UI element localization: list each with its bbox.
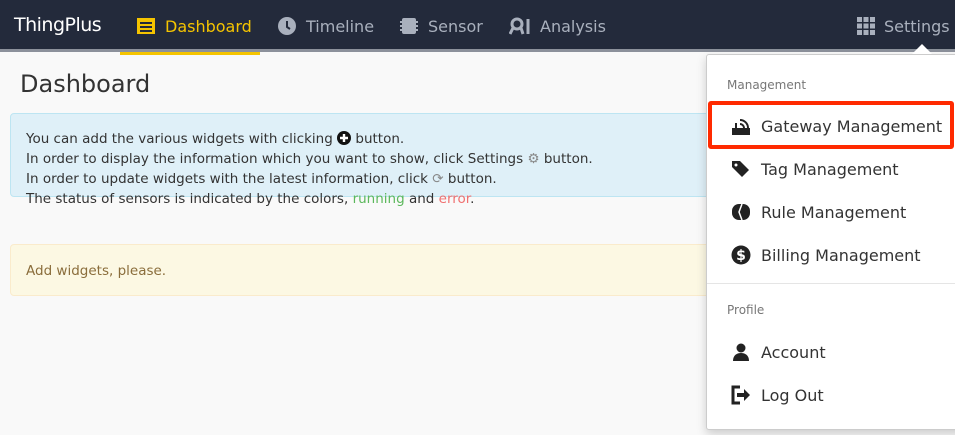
menu-rule-management[interactable]: Rule Management: [707, 192, 955, 232]
nav-sensor[interactable]: Sensor: [399, 0, 483, 52]
menu-label: Billing Management: [761, 245, 921, 265]
info-text: In order to update widgets with the late…: [26, 171, 428, 187]
page-title: Dashboard: [20, 70, 151, 98]
info-text: In order to display the information whic…: [26, 151, 524, 167]
nav-label: Timeline: [306, 16, 375, 36]
gear-icon: ⚙: [527, 151, 540, 167]
dashboard-icon: [137, 18, 155, 34]
logout-icon: [731, 385, 750, 405]
menu-divider: [707, 283, 955, 284]
menu-label: Rule Management: [761, 202, 907, 222]
error-status: error: [438, 191, 471, 207]
brand-logo[interactable]: ThingPlus: [14, 14, 102, 36]
menu-label: Tag Management: [761, 159, 899, 179]
refresh-icon: ⟳: [432, 171, 444, 187]
analysis-icon: [509, 17, 530, 35]
info-text: You can add the various widgets with cli…: [26, 131, 333, 147]
info-text: The status of sensors is indicated by th…: [26, 191, 349, 207]
nav-analysis[interactable]: Analysis: [509, 0, 606, 52]
nav-dashboard[interactable]: Dashboard: [120, 0, 260, 55]
menu-label: Account: [761, 342, 826, 362]
menu-tag-management[interactable]: Tag Management: [707, 149, 955, 189]
user-icon: [733, 343, 749, 361]
info-text: and: [408, 191, 435, 207]
settings-label: Settings: [884, 16, 950, 36]
grid-icon: [857, 17, 875, 35]
nav-label: Sensor: [428, 16, 483, 36]
info-text: button.: [447, 171, 497, 187]
highlight-box: [708, 101, 954, 149]
menu-account[interactable]: Account: [707, 332, 955, 372]
rule-icon: [732, 203, 750, 221]
profile-header: Profile: [727, 303, 765, 317]
top-navbar: ThingPlus Dashboard Timeline Sensor Anal…: [0, 0, 955, 55]
info-text: button.: [355, 131, 405, 147]
nav-label: Dashboard: [165, 16, 252, 36]
tags-icon: [732, 161, 749, 177]
info-text: button.: [543, 151, 593, 167]
chip-icon: [400, 18, 418, 34]
menu-billing-management[interactable]: $ Billing Management: [707, 235, 955, 275]
nav-label: Analysis: [540, 16, 606, 36]
info-text: .: [470, 191, 475, 207]
dollar-circle-icon: $: [731, 245, 751, 265]
plus-circle-icon: [337, 131, 352, 145]
menu-logout[interactable]: Log Out: [707, 375, 955, 415]
settings-menu-toggle[interactable]: Settings: [857, 0, 950, 52]
nav-timeline[interactable]: Timeline: [277, 0, 374, 52]
clock-icon: [278, 17, 296, 35]
menu-label: Log Out: [761, 385, 824, 405]
dropdown-caret: [912, 44, 932, 54]
management-header: Management: [727, 78, 807, 92]
svg-text:$: $: [736, 248, 746, 264]
running-status: running: [352, 191, 405, 207]
